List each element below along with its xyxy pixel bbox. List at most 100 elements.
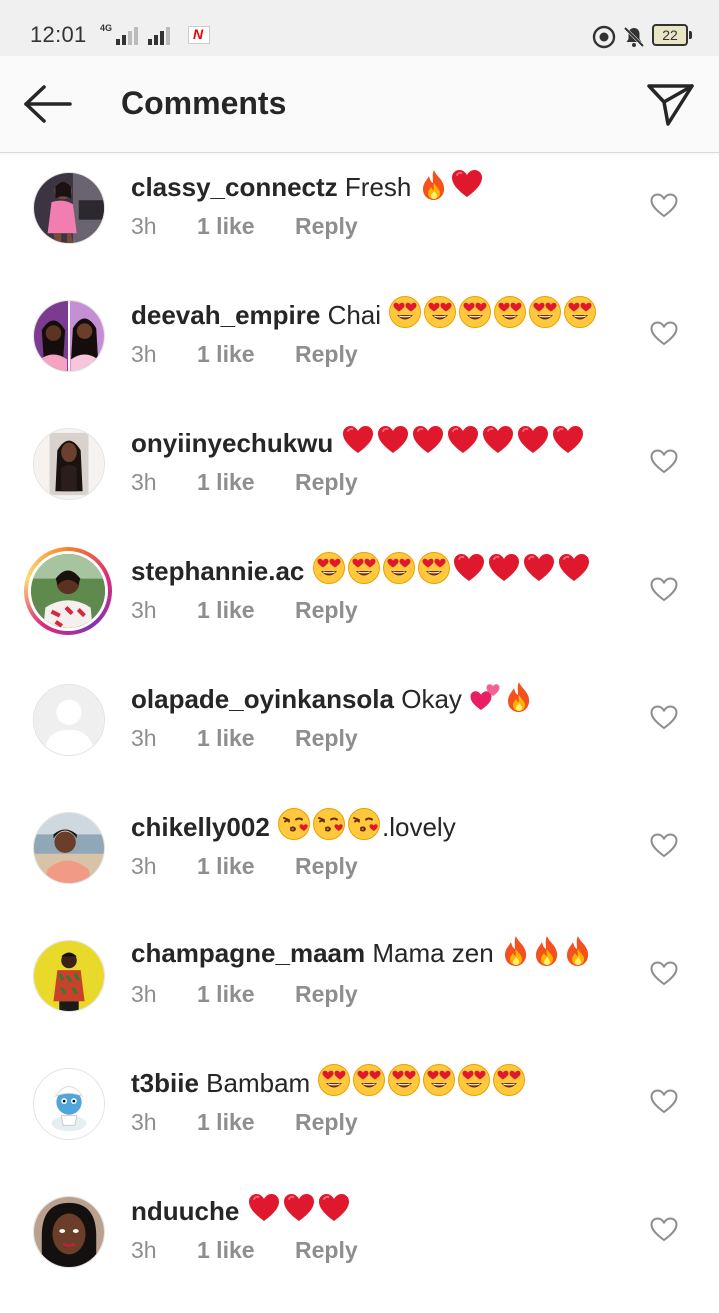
comment-username[interactable]: chikelly002 [131, 812, 270, 842]
heart-emoji-icon [376, 423, 410, 457]
reply-button[interactable]: Reply [295, 981, 358, 1008]
reply-button[interactable]: Reply [295, 1237, 358, 1264]
paper-plane-icon[interactable] [646, 80, 696, 128]
heart-eyes-emoji-icon [352, 1063, 386, 1097]
comment-text: Bambam [206, 1068, 311, 1098]
avatar[interactable] [33, 812, 105, 884]
comment-text: Okay [401, 684, 462, 714]
comment-like-count[interactable]: 1 like [197, 597, 295, 624]
heart-outline-icon[interactable] [649, 319, 679, 347]
comment-username[interactable]: deevah_empire [131, 300, 320, 330]
comment-text: Mama zen [372, 938, 494, 968]
heart-outline-icon[interactable] [649, 1215, 679, 1243]
heart-emoji-icon [487, 551, 521, 585]
avatar[interactable] [33, 428, 105, 500]
comment-like-count[interactable]: 1 like [197, 469, 295, 496]
comment-body: chikelly002 .lovely [131, 807, 456, 845]
comment-row: deevah_empire Chai 3h 1 like Reply [0, 281, 719, 409]
status-time: 12:01 [30, 22, 87, 47]
comment-emojis [317, 1064, 527, 1098]
heart-eyes-emoji-icon [312, 551, 346, 585]
comment-emojis [341, 426, 586, 458]
heart-eyes-emoji-icon [382, 551, 416, 585]
comment-time: 3h [131, 341, 157, 367]
heart-outline-icon[interactable] [649, 831, 679, 859]
heart-emoji-icon [411, 423, 445, 457]
reply-button[interactable]: Reply [295, 213, 358, 240]
comment-emojis [501, 935, 594, 968]
bell-mute-icon [623, 26, 645, 48]
heart-eyes-emoji-icon [317, 1063, 351, 1097]
heart-outline-icon[interactable] [649, 1087, 679, 1115]
heart-outline-icon[interactable] [649, 447, 679, 475]
avatar[interactable] [33, 940, 105, 1012]
comment-like-count[interactable]: 1 like [197, 981, 295, 1008]
comment-like-count[interactable]: 1 like [197, 341, 295, 368]
comment-like-count[interactable]: 1 like [197, 1237, 295, 1264]
heart-outline-icon[interactable] [649, 191, 679, 219]
comment-row: stephannie.ac 3h 1 like Reply [0, 537, 719, 665]
heart-eyes-emoji-icon [563, 295, 597, 329]
comment-row: champagne_maam Mama zen 3h 1 like Reply [0, 921, 719, 1049]
comment-row: classy_connectz Fresh 3h 1 like Reply [0, 153, 719, 281]
comment-time: 3h [131, 469, 157, 495]
app-header: Comments [0, 56, 719, 153]
heart-eyes-emoji-icon [423, 295, 457, 329]
comment-body: champagne_maam Mama zen [131, 935, 594, 971]
heart-eyes-emoji-icon [528, 295, 562, 329]
comment-meta: 3h 1 like Reply [131, 341, 358, 368]
comment-username[interactable]: classy_connectz [131, 172, 338, 202]
heart-emoji-icon [452, 551, 486, 585]
kiss-emoji-icon [312, 807, 346, 841]
avatar[interactable] [33, 1068, 105, 1140]
comment-meta: 3h 1 like Reply [131, 853, 358, 880]
reply-button[interactable]: Reply [295, 853, 358, 880]
avatar[interactable] [24, 547, 112, 635]
comment-time: 3h [131, 213, 157, 239]
comment-body: nduuche [131, 1191, 352, 1229]
heart-outline-icon[interactable] [649, 959, 679, 987]
comment-like-count[interactable]: 1 like [197, 725, 295, 752]
heart-emoji-icon [522, 551, 556, 585]
avatar[interactable] [33, 1196, 105, 1268]
heart-emoji-icon [450, 167, 484, 201]
comment-row: chikelly002 .lovely 3h 1 like Reply [0, 793, 719, 921]
comment-like-count[interactable]: 1 like [197, 213, 295, 240]
heart-emoji-icon [551, 423, 585, 457]
comment-emojis [419, 169, 485, 202]
comment-username[interactable]: t3biie [131, 1068, 199, 1098]
comment-like-count[interactable]: 1 like [197, 853, 295, 880]
status-bar: 12:01 4G 22 [0, 0, 719, 56]
comment-text: Chai [327, 300, 382, 330]
reply-button[interactable]: Reply [295, 341, 358, 368]
comment-meta: 3h 1 like Reply [131, 469, 358, 496]
comment-meta: 3h 1 like Reply [131, 597, 358, 624]
comment-username[interactable]: champagne_maam [131, 938, 365, 968]
reply-button[interactable]: Reply [295, 597, 358, 624]
comment-time: 3h [131, 853, 157, 879]
fire-emoji-icon [419, 169, 449, 201]
heart-eyes-emoji-icon [422, 1063, 456, 1097]
arrow-left-icon[interactable] [22, 84, 74, 124]
comment-list: classy_connectz Fresh 3h 1 like Reply deeva… [0, 153, 719, 1305]
reply-button[interactable]: Reply [295, 1109, 358, 1136]
heart-outline-icon[interactable] [649, 575, 679, 603]
reply-button[interactable]: Reply [295, 725, 358, 752]
heart-emoji-icon [516, 423, 550, 457]
comment-username[interactable]: olapade_oyinkansola [131, 684, 394, 714]
avatar[interactable] [33, 300, 105, 372]
comment-username[interactable]: onyiinyechukwu [131, 428, 333, 458]
comment-row: olapade_oyinkansola Okay 3h 1 like Reply [0, 665, 719, 793]
fire-emoji-icon [563, 935, 593, 967]
reply-button[interactable]: Reply [295, 469, 358, 496]
avatar[interactable] [33, 172, 105, 244]
two-hearts-emoji-icon [469, 679, 503, 713]
comment-username[interactable]: nduuche [131, 1196, 239, 1226]
heart-outline-icon[interactable] [649, 703, 679, 731]
comment-body: classy_connectz Fresh [131, 167, 485, 205]
avatar[interactable] [33, 684, 105, 756]
fire-emoji-icon [504, 681, 534, 713]
comment-like-count[interactable]: 1 like [197, 1109, 295, 1136]
battery-icon: 22 [652, 24, 692, 46]
comment-username[interactable]: stephannie.ac [131, 556, 304, 586]
